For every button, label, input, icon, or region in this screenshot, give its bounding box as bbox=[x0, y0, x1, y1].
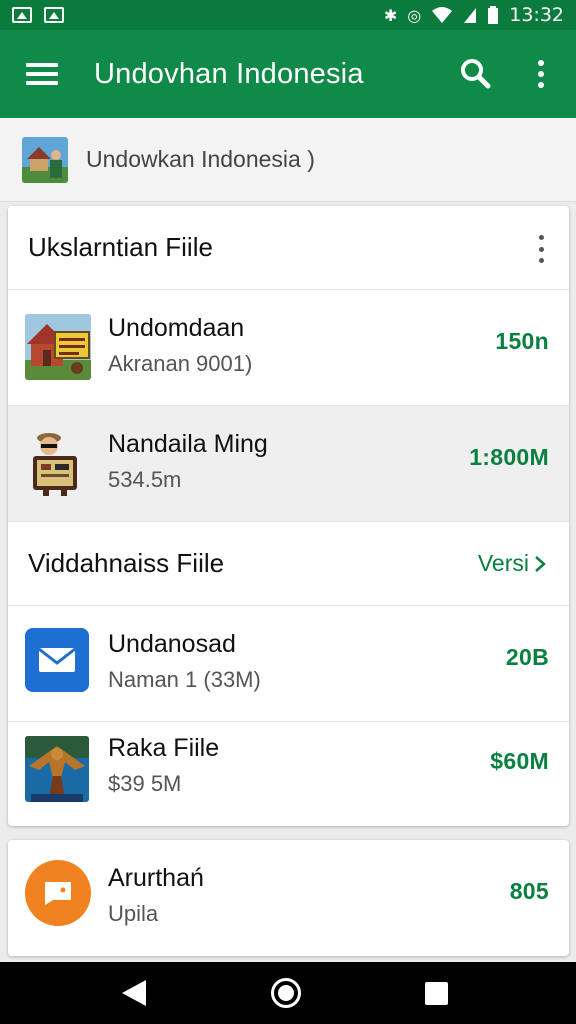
status-time: 13:32 bbox=[509, 4, 564, 26]
item-texts: Nandaila Ming 534.5m bbox=[108, 428, 268, 496]
breadcrumb-text: Undowkan Indonesia ) bbox=[86, 146, 315, 172]
list-item-selected[interactable]: Nandaila Ming 534.5m 1:800M bbox=[8, 406, 569, 522]
item-subtitle: Upila bbox=[108, 901, 159, 926]
item-size: 20B bbox=[505, 644, 549, 670]
section-link[interactable]: Versi bbox=[478, 550, 547, 577]
list-item[interactable]: Undanosad Naman 1 (33M) 20B bbox=[8, 606, 569, 722]
section-header: Ukslarntian Fiile bbox=[8, 206, 569, 290]
signal-icon bbox=[464, 8, 477, 23]
list-item[interactable]: Raka Fiile $39 5M $60M bbox=[8, 710, 569, 826]
list-item[interactable]: Arurthań Upila 805 bbox=[8, 840, 569, 956]
gallery-icon bbox=[12, 7, 32, 23]
files-card: Ukslarntian Fiile Undomdaan Akranan 9001… bbox=[8, 206, 569, 826]
location-thumbnail bbox=[22, 136, 68, 183]
more-vert-icon bbox=[538, 60, 544, 66]
home-button[interactable] bbox=[271, 978, 301, 1008]
list-item[interactable]: Undomdaan Akranan 9001) 150n bbox=[8, 290, 569, 406]
section-header: Viddahnaiss Fiile Versi bbox=[8, 522, 569, 606]
bluetooth-icon: ✱ bbox=[383, 5, 398, 25]
battery-icon bbox=[488, 6, 499, 24]
recents-button[interactable] bbox=[425, 982, 448, 1005]
menu-button[interactable] bbox=[0, 30, 84, 118]
item-name: Undanosad bbox=[108, 630, 236, 658]
item-size: 1:800M bbox=[469, 444, 549, 470]
breadcrumb[interactable]: Undowkan Indonesia ) bbox=[0, 118, 576, 202]
item-texts: Arurthań Upila bbox=[108, 862, 204, 930]
section-title: Ukslarntian Fiile bbox=[28, 232, 213, 262]
item-subtitle: Akranan 9001) bbox=[108, 351, 253, 376]
extra-card: Arurthań Upila 805 bbox=[8, 840, 569, 956]
item-size: 805 bbox=[509, 878, 549, 904]
chat-icon bbox=[25, 860, 91, 926]
vibrate-icon: ◎ bbox=[407, 5, 422, 25]
eagle-thumbnail bbox=[25, 736, 89, 802]
section-more-button[interactable] bbox=[529, 232, 553, 266]
section-title: Viddahnaiss Fiile bbox=[28, 548, 225, 578]
item-name: Undomdaan bbox=[108, 314, 245, 342]
search-icon bbox=[461, 59, 491, 89]
mail-icon bbox=[25, 628, 89, 692]
more-options-button[interactable] bbox=[524, 52, 558, 96]
item-size: $60M bbox=[490, 748, 549, 774]
item-texts: Undanosad Naman 1 (33M) bbox=[108, 628, 261, 696]
chevron-right-icon bbox=[535, 555, 546, 572]
item-name: Nandaila Ming bbox=[108, 430, 268, 458]
back-button[interactable] bbox=[122, 980, 146, 1006]
image-icon bbox=[44, 7, 64, 23]
item-texts: Undomdaan Akranan 9001) bbox=[108, 312, 252, 380]
section-link-label: Versi bbox=[477, 550, 529, 576]
item-subtitle: 534.5m bbox=[108, 467, 182, 492]
item-subtitle: Naman 1 (33M) bbox=[108, 667, 261, 692]
item-subtitle: $39 5M bbox=[108, 771, 182, 796]
more-vert-icon bbox=[538, 235, 544, 240]
app-title: Undovhan Indonesia bbox=[94, 57, 364, 90]
navigation-bar bbox=[0, 962, 576, 1024]
app-bar: Undovhan Indonesia bbox=[0, 30, 576, 118]
character-thumbnail bbox=[25, 430, 91, 496]
hamburger-icon bbox=[26, 63, 58, 85]
house-thumbnail bbox=[25, 314, 91, 380]
item-name: Arurthań bbox=[108, 864, 204, 892]
status-bar: ✱ ◎ 13:32 bbox=[0, 0, 576, 30]
item-texts: Raka Fiile $39 5M bbox=[108, 732, 219, 800]
wifi-icon bbox=[432, 7, 453, 23]
item-name: Raka Fiile bbox=[108, 734, 220, 762]
search-button[interactable] bbox=[454, 52, 498, 96]
item-size: 150n bbox=[495, 328, 549, 354]
